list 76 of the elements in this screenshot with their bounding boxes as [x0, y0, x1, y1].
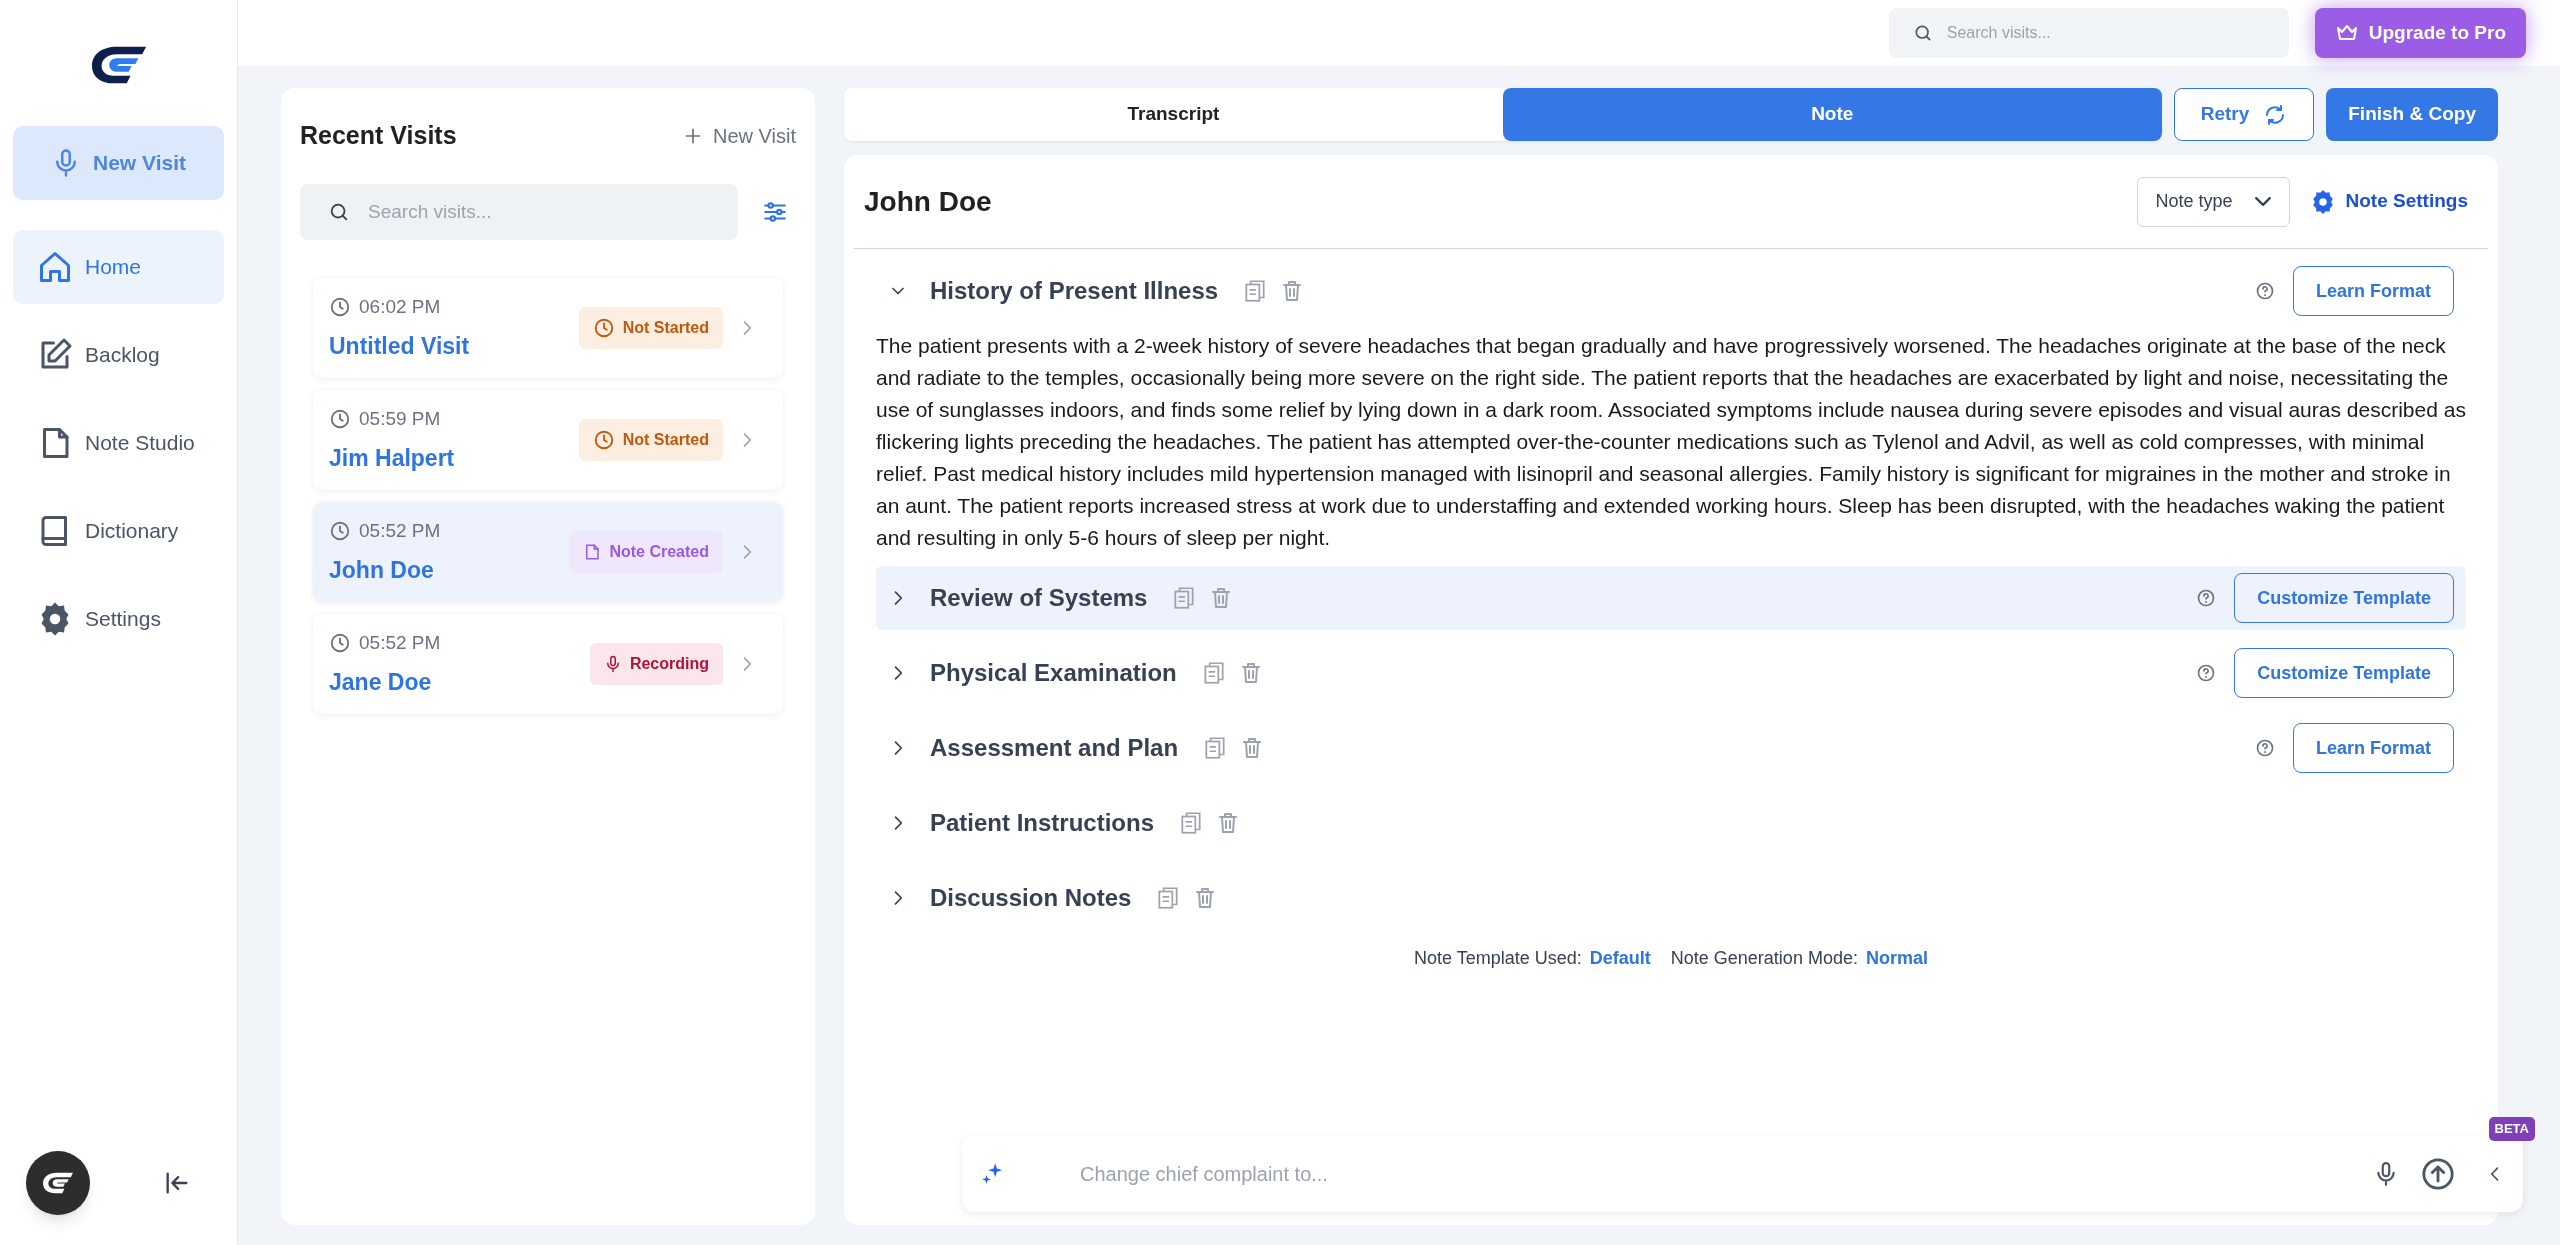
help-icon[interactable] — [2196, 588, 2217, 608]
search-icon — [328, 201, 350, 223]
new-visit-link[interactable]: New Visit — [683, 121, 796, 151]
tab[interactable]: Note — [1502, 88, 2162, 141]
finish-copy-button[interactable]: Finish & Copy — [2326, 88, 2498, 141]
clock-icon — [329, 631, 351, 654]
home-icon — [37, 249, 73, 285]
section-header[interactable]: Review of Systems Customize Template — [876, 566, 2466, 630]
section-action-button[interactable]: Learn Format — [2292, 266, 2454, 316]
document-icon — [583, 543, 602, 561]
filter-icon[interactable] — [762, 199, 788, 225]
visit-time: 06:02 PM — [359, 294, 441, 319]
section-action-button[interactable]: Learn Format — [2292, 723, 2454, 773]
note-settings-link[interactable]: Note Settings — [2309, 187, 2468, 216]
section-header[interactable]: History of Present Illness Learn Format — [876, 259, 2466, 323]
section-header[interactable]: Physical Examination Customize Template — [876, 641, 2466, 705]
retry-button[interactable]: Retry — [2173, 88, 2315, 141]
visit-time: 05:52 PM — [359, 630, 441, 655]
visit-name: John Doe — [329, 556, 435, 585]
visit-name: Untitled Visit — [329, 332, 471, 361]
section-action-button[interactable]: Customize Template — [2234, 648, 2454, 698]
clock-icon — [329, 519, 351, 542]
status-badge: Not Started — [578, 419, 723, 461]
logo-button[interactable] — [26, 1151, 90, 1215]
visit-time: 05:59 PM — [359, 406, 441, 431]
nav-item[interactable]: Backlog — [13, 318, 224, 392]
visit-name: Jim Halpert — [329, 444, 456, 473]
footer-label: Note Template Used: — [1414, 947, 1582, 970]
app-logo — [89, 44, 148, 86]
help-icon[interactable] — [2254, 738, 2275, 758]
visit-card[interactable]: 05:52 PM John Doe Note Created — [313, 502, 783, 602]
section-header[interactable]: Assessment and Plan Learn Format — [876, 716, 2466, 780]
section-text: The patient presents with a 2-week history of severe headaches that began gradually and have progressively worsened. The headaches originate at the base of the neck and radiate to the temples, occasionally being more severe on the right side. The patient reports that the headaches are exacerbated by light and noise, necessitating the use of sunglasses indoors, and finds some relief by lying down in a dark room. Associated symptoms include nausea during severe episodes and visual auras described as flickering lights preceding the headaches. The patient has attempted over-the-counter medications such as Tylenol and Advil, as well as cold compresses, with minimal relief. Past medical history includes mild hypertension managed with lisinopril and seasonal allergies. Family history is significant for migraines in the mother and stroke in an aunt. The patient reports increased stress at work due to understaffing and extended working hours. Sleep has been disrupted, with the headaches waking the patient and resulting in only 5-6 hours of sleep per night. — [876, 333, 2466, 551]
mode-link[interactable]: Normal — [1865, 945, 1928, 972]
section-header[interactable]: Patient Instructions — [876, 791, 2466, 855]
nav-item[interactable]: Note Studio — [13, 406, 224, 480]
section-title: Physical Examination — [930, 658, 1177, 688]
visit-search-field[interactable]: Search visits... — [300, 184, 738, 240]
help-icon[interactable] — [2196, 663, 2217, 683]
template-link[interactable]: Default — [1589, 945, 1651, 972]
footer-label: Note Generation Mode: — [1670, 947, 1858, 970]
beta-badge: BETA — [2488, 1117, 2535, 1141]
section-title: History of Present Illness — [930, 276, 1219, 306]
upgrade-button[interactable]: Upgrade to Pro — [2314, 8, 2526, 58]
send-icon[interactable] — [2421, 1156, 2455, 1191]
tab[interactable]: Transcript — [844, 88, 1503, 141]
section-title: Patient Instructions — [930, 808, 1155, 838]
section-header[interactable]: Discussion Notes — [876, 866, 2466, 930]
section-title: Discussion Notes — [930, 883, 1132, 913]
note-type-dropdown[interactable]: Note type — [2136, 176, 2290, 227]
help-icon[interactable] — [2254, 281, 2275, 301]
plus-icon — [683, 126, 703, 146]
visit-card[interactable]: 05:52 PM Jane Doe Recording — [313, 614, 783, 714]
clock-icon — [329, 407, 351, 430]
chat-input[interactable]: Change chief complaint to... — [1080, 1158, 2373, 1189]
search-field[interactable]: Search visits... — [1888, 8, 2289, 58]
nav-item[interactable]: Dictionary — [13, 494, 224, 568]
visit-card[interactable]: 06:02 PM Untitled Visit Not Started — [313, 278, 783, 378]
app-logo — [42, 1171, 74, 1195]
patient-name: John Doe — [864, 184, 993, 219]
status-badge: Note Created — [569, 531, 723, 573]
visit-name: Jane Doe — [329, 668, 433, 697]
clock-icon — [329, 295, 351, 318]
panel-title: Recent Visits — [300, 120, 457, 152]
section-title: Review of Systems — [930, 583, 1148, 613]
clock-icon — [592, 429, 615, 451]
visit-card[interactable]: 05:59 PM Jim Halpert Not Started — [313, 390, 783, 490]
section-action-button[interactable]: Customize Template — [2234, 573, 2454, 623]
section-title: Assessment and Plan — [930, 733, 1179, 763]
status-badge: Recording — [589, 643, 723, 685]
clock-icon — [592, 317, 615, 339]
nav-item[interactable]: Home — [13, 230, 224, 304]
status-badge: Not Started — [578, 307, 723, 349]
nav-item[interactable]: Settings — [13, 582, 224, 656]
visit-time: 05:52 PM — [359, 518, 441, 543]
chevron-down-icon — [2254, 197, 2271, 206]
